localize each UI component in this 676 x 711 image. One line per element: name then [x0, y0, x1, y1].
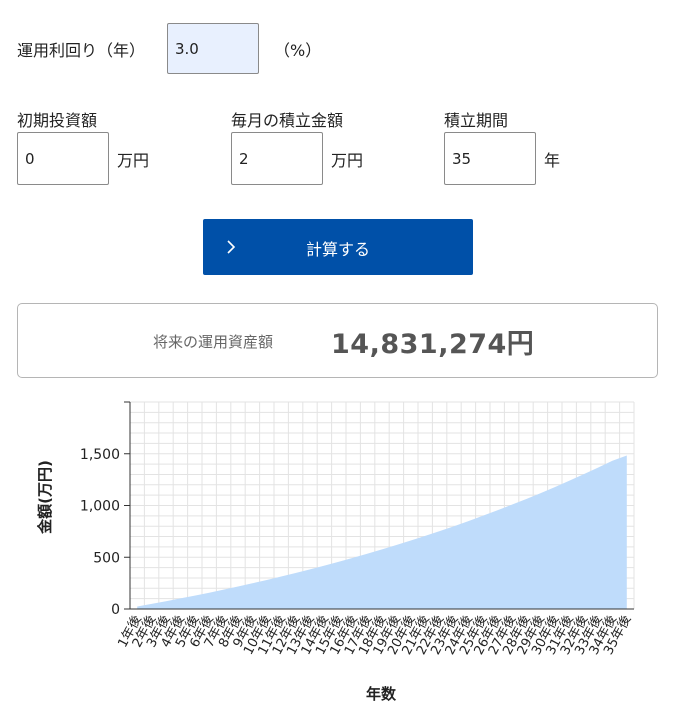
rate-label: 運用利回り（年）	[17, 41, 146, 60]
asset-growth-chart: 0 500 1,000 1,500 1年後2年後3年後4年後5年後6年後7年後8年後9…	[36, 401, 635, 703]
result-label: 将来の運用資産額	[153, 333, 274, 351]
monthly-unit: 万円	[331, 151, 364, 170]
y-tick-label: 500	[93, 550, 120, 566]
period-unit: 年	[544, 151, 561, 170]
period-input[interactable]	[444, 132, 536, 185]
result-value: 14,831,274円	[331, 329, 535, 360]
initial-label: 初期投資額	[17, 111, 98, 130]
result-box: 将来の運用資産額 14,831,274円	[17, 303, 658, 378]
rate-input[interactable]	[167, 23, 259, 74]
y-axis: 0 500 1,000 1,500	[80, 401, 131, 618]
calculate-button[interactable]: 計算する	[203, 219, 473, 275]
y-tick-label: 0	[111, 602, 120, 618]
initial-input[interactable]	[17, 132, 109, 185]
y-axis-label: 金額(万円)	[36, 460, 54, 535]
x-axis: 1年後2年後3年後4年後5年後6年後7年後8年後9年後10年後11年後12年後1…	[115, 608, 634, 657]
x-axis-label: 年数	[366, 685, 397, 703]
initial-unit: 万円	[117, 151, 150, 170]
rate-unit: （%）	[274, 41, 322, 60]
monthly-input[interactable]	[231, 132, 323, 185]
y-tick-label: 1,000	[80, 499, 120, 515]
area-series	[137, 455, 627, 609]
y-tick-label: 1,500	[80, 447, 120, 463]
calculate-button-label: 計算する	[305, 240, 370, 259]
monthly-label: 毎月の積立金額	[231, 111, 344, 130]
period-label: 積立期間	[444, 111, 509, 130]
